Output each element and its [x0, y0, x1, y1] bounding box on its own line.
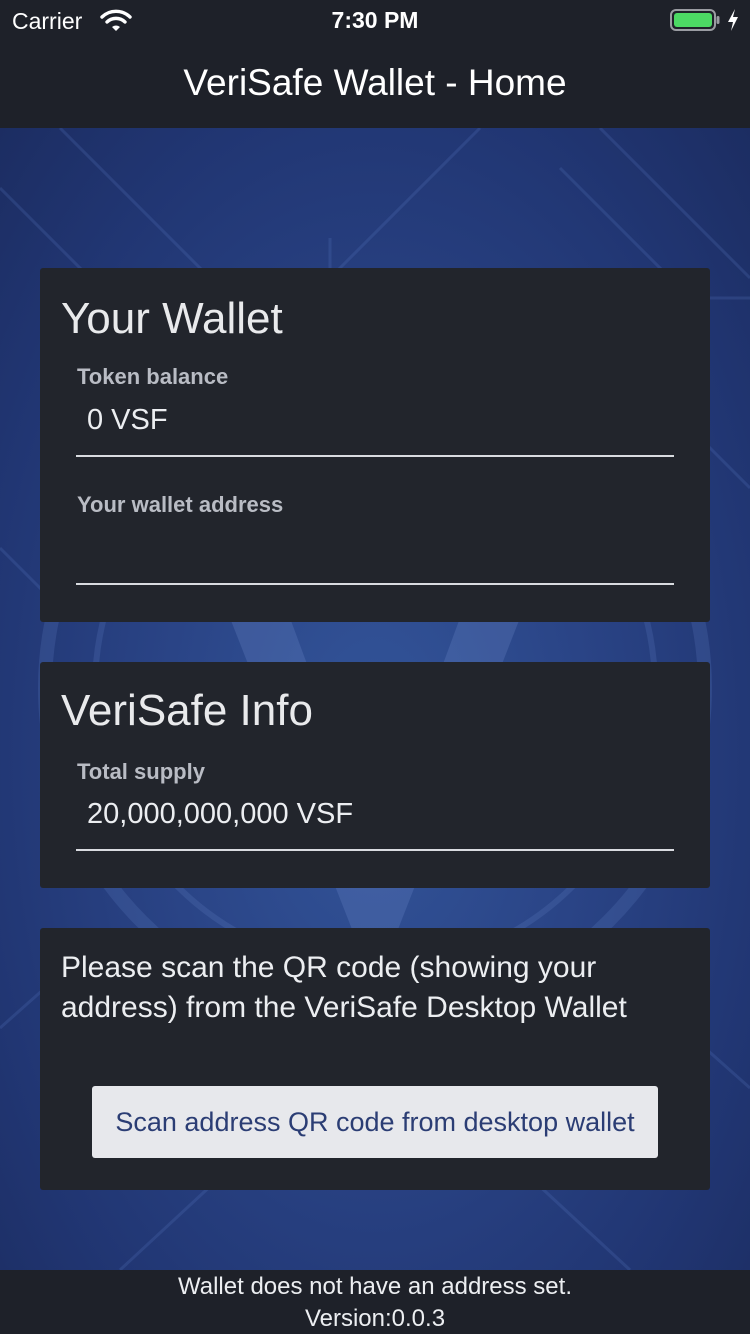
footer-status-bar: Wallet does not have an address set. Ver… — [0, 1270, 750, 1334]
home-screen: Carrier 7:30 PM VeriSafe Wallet - Home Y… — [0, 0, 750, 1334]
verisafe-info-card: VeriSafe Info Total supply 20,000,000,00… — [40, 662, 710, 888]
battery-icon — [670, 9, 720, 31]
token-balance-underline — [76, 455, 674, 457]
token-balance-label: Token balance — [77, 364, 229, 389]
total-supply-underline — [76, 849, 674, 851]
charging-bolt-icon — [728, 9, 738, 31]
scan-card: Please scan the QR code (showing your ad… — [40, 928, 710, 1190]
token-balance-field[interactable]: 0 VSF — [87, 404, 168, 437]
scan-instruction-text: Please scan the QR code (showing your ad… — [61, 951, 627, 1024]
clock: 7:30 PM — [331, 7, 419, 33]
top-bar: Carrier 7:30 PM VeriSafe Wallet - Home — [0, 0, 750, 128]
total-supply-label: Total supply — [77, 759, 205, 784]
nav-title: VeriSafe Wallet - Home — [183, 62, 567, 103]
scan-qr-code-button[interactable]: Scan address QR code from desktop wallet — [92, 1086, 658, 1158]
wallet-card-title: Your Wallet — [61, 294, 283, 343]
version-text: Version:0.0.3 — [304, 1305, 446, 1332]
status-bar: Carrier 7:30 PM — [0, 0, 750, 40]
wallet-address-field[interactable] — [87, 530, 677, 570]
info-card-title: VeriSafe Info — [61, 686, 313, 735]
wallet-status-text: Wallet does not have an address set. — [177, 1273, 572, 1300]
wallet-address-underline — [76, 583, 674, 585]
total-supply-field[interactable]: 20,000,000,000 VSF — [87, 798, 353, 831]
wallet-address-label: Your wallet address — [77, 492, 284, 517]
wallet-card: Your Wallet Token balance 0 VSF Your wal… — [40, 268, 710, 622]
